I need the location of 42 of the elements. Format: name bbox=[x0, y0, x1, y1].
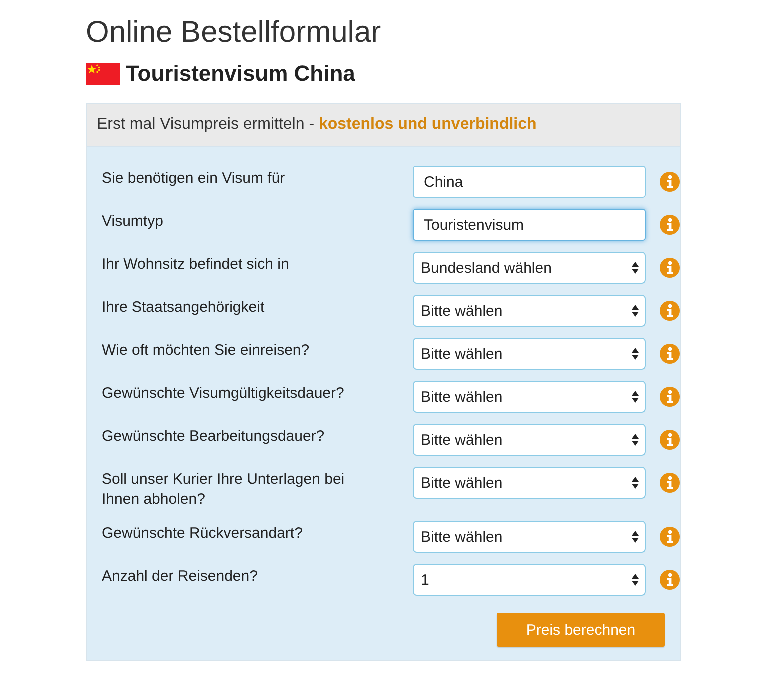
up-down-arrows-icon bbox=[632, 574, 639, 586]
dropdown-field[interactable]: Bitte wählen bbox=[413, 381, 646, 413]
up-down-arrows-icon bbox=[632, 434, 639, 446]
up-down-arrows-icon bbox=[632, 262, 639, 274]
field-label: Sie benötigen ein Visum für bbox=[102, 169, 286, 189]
dropdown-field[interactable]: Bitte wählen bbox=[413, 467, 646, 499]
field-label: Ihre Staatsangehörigkeit bbox=[102, 298, 266, 318]
field-label: Gewünschte Rückversandart? bbox=[102, 524, 304, 544]
page-title: Online Bestellformular bbox=[86, 15, 382, 51]
field-label: Wie oft möchten Sie einreisen? bbox=[102, 341, 311, 361]
up-down-arrows-icon bbox=[632, 477, 639, 489]
field-label: Gewünschte Visumgültigkeitsdauer? bbox=[102, 384, 346, 404]
up-down-arrows-icon bbox=[632, 391, 639, 403]
info-icon[interactable] bbox=[660, 344, 680, 364]
field-label: Gewünschte Bearbeitungsdauer? bbox=[102, 427, 326, 447]
info-icon[interactable] bbox=[660, 430, 680, 450]
field-label: Soll unser Kurier Ihre Unterlagen bei Ihnen abholen? bbox=[102, 470, 346, 510]
info-icon[interactable] bbox=[660, 258, 680, 278]
dropdown-field[interactable]: Bitte wählen bbox=[413, 521, 646, 553]
text-field[interactable]: Touristenvisum bbox=[413, 209, 646, 241]
dropdown-field[interactable]: Bundesland wählen bbox=[413, 252, 646, 284]
dropdown-field[interactable]: 1 bbox=[413, 564, 646, 596]
info-icon[interactable] bbox=[660, 301, 680, 321]
up-down-arrows-icon bbox=[632, 305, 639, 317]
info-icon[interactable] bbox=[660, 215, 680, 235]
up-down-arrows-icon bbox=[632, 531, 639, 543]
up-down-arrows-icon bbox=[632, 348, 639, 360]
flag-icon bbox=[86, 63, 120, 85]
field-label: Ihr Wohnsitz befindet sich in bbox=[102, 255, 290, 275]
panel-header: Erst mal Visumpreis ermitteln - kostenlos und unverbindlich bbox=[87, 104, 680, 147]
field-label: Anzahl der Reisenden? bbox=[102, 567, 259, 587]
info-icon[interactable] bbox=[660, 473, 680, 493]
info-icon[interactable] bbox=[660, 570, 680, 590]
text-field[interactable]: China bbox=[413, 166, 646, 198]
page-subtitle: Touristenvisum China bbox=[126, 60, 356, 88]
dropdown-field[interactable]: Bitte wählen bbox=[413, 424, 646, 456]
dropdown-field[interactable]: Bitte wählen bbox=[413, 295, 646, 327]
info-icon[interactable] bbox=[660, 527, 680, 547]
field-label: Visumtyp bbox=[102, 212, 164, 232]
info-icon[interactable] bbox=[660, 387, 680, 407]
info-icon[interactable] bbox=[660, 172, 680, 192]
dropdown-field[interactable]: Bitte wählen bbox=[413, 338, 646, 370]
